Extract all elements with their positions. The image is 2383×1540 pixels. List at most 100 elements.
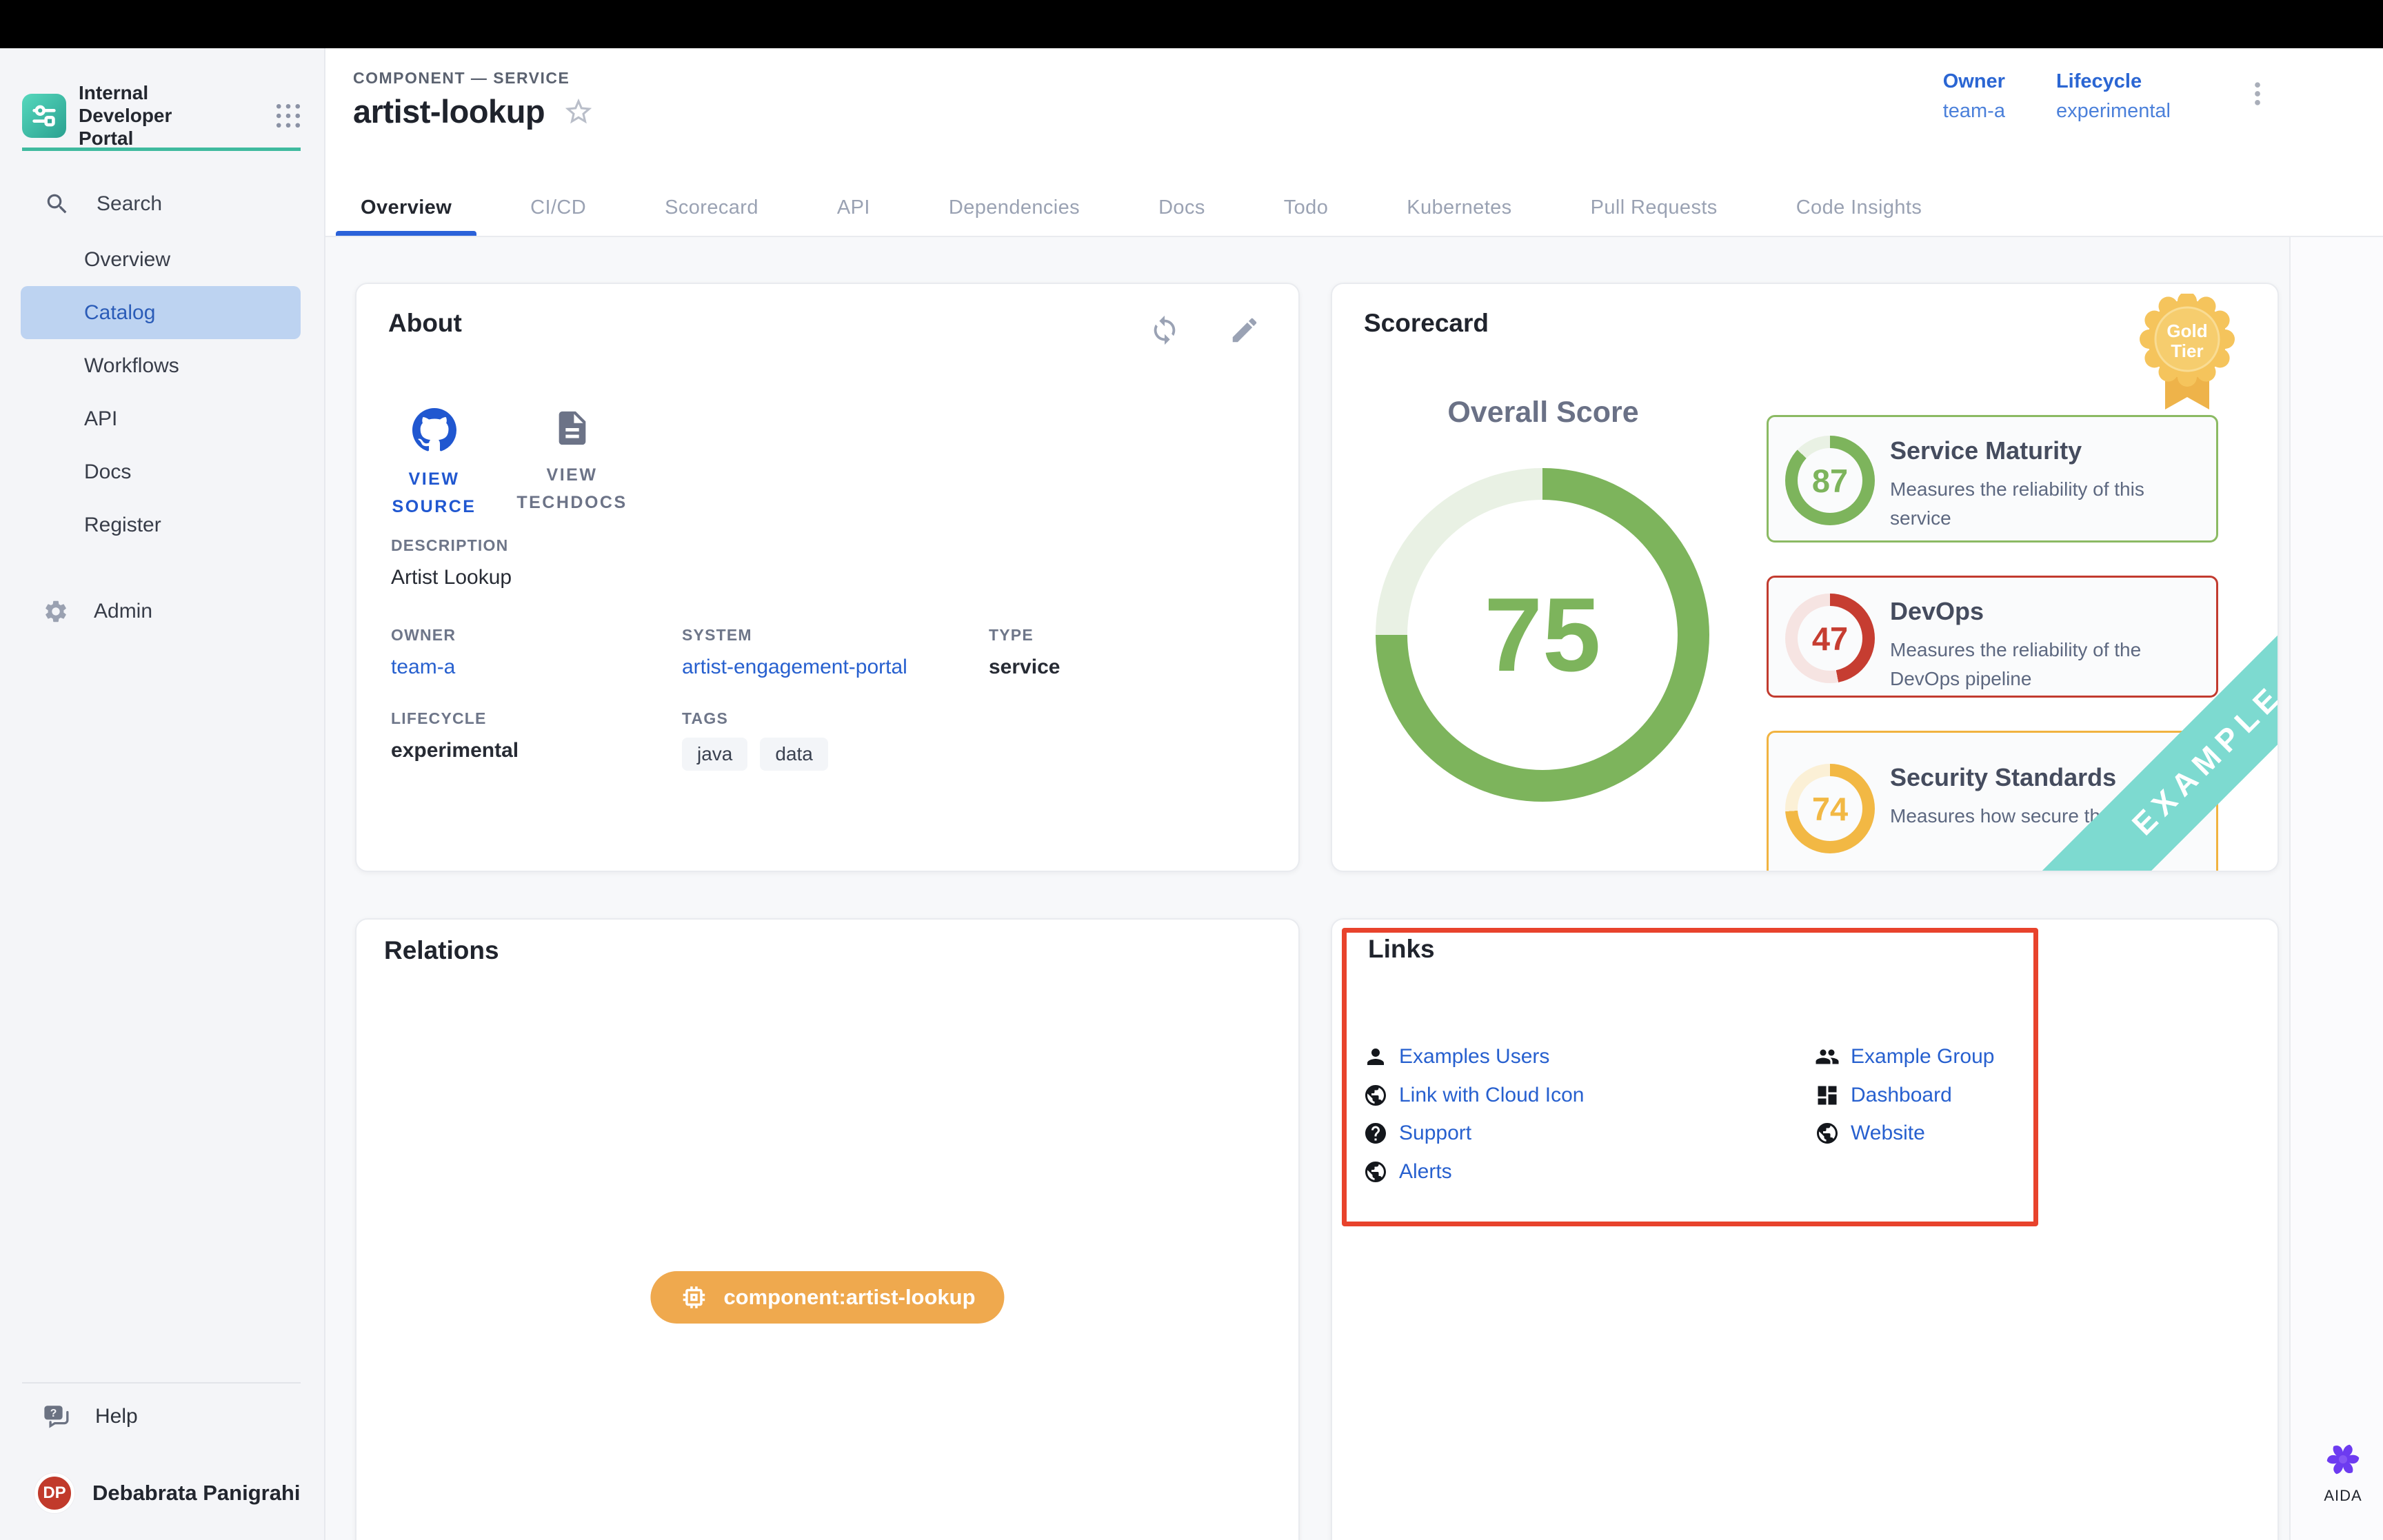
github-icon [412, 408, 456, 452]
entity-header: COMPONENT — SERVICE artist-lookup Owner … [325, 48, 2383, 237]
tab-docs[interactable]: Docs [1134, 179, 1230, 236]
apps-grid-icon[interactable] [273, 101, 303, 131]
score-item-service-maturity[interactable]: 87 Service Maturity Measures the reliabi… [1767, 415, 2218, 543]
view-techdocs-link[interactable]: VIEW TECHDOCS [498, 408, 646, 520]
admin-label: Admin [94, 600, 152, 623]
score-item-description: Measures the reliability of the DevOps p… [1890, 636, 2198, 693]
score-ring: 87 [1785, 436, 1875, 525]
sidebar-item-register[interactable]: Register [21, 498, 301, 551]
tab-overview[interactable]: Overview [336, 179, 476, 236]
top-black-bar [0, 0, 2383, 48]
links-title: Links [1368, 935, 1435, 964]
about-card: About VIEW SOURCE VIEW TECHDOCS DESCRIPT… [355, 283, 1300, 872]
globe-icon [1363, 1159, 1388, 1184]
aida-widget[interactable]: AIDA [2314, 1439, 2372, 1505]
link-alerts[interactable]: Alerts [1363, 1159, 1452, 1184]
sidebar-item-overview[interactable]: Overview [21, 233, 301, 286]
favorite-star-icon[interactable] [563, 96, 594, 128]
help-chat-icon [41, 1402, 70, 1431]
scorecard-title: Scorecard [1364, 309, 1489, 338]
help-circle-icon [1363, 1121, 1388, 1146]
sidebar-search[interactable]: Search [0, 185, 324, 223]
score-item-name: DevOps [1890, 597, 1984, 626]
sidebar-item-workflows[interactable]: Workflows [21, 339, 301, 392]
tab-api[interactable]: API [812, 179, 895, 236]
tab-scorecard[interactable]: Scorecard [640, 179, 783, 236]
overall-score-value: 75 [1376, 468, 1709, 802]
link-website[interactable]: Website [1815, 1121, 1925, 1146]
chip-icon [679, 1283, 708, 1312]
owner-link[interactable]: team-a [391, 656, 456, 679]
entity-tabs: Overview CI/CD Scorecard API Dependencie… [336, 179, 1975, 236]
search-label: Search [97, 192, 162, 216]
link-dashboard[interactable]: Dashboard [1815, 1083, 1952, 1108]
owner-meta: Owner team-a [1943, 70, 2005, 123]
sidebar-user[interactable]: DP Debabrata Panigrahi [34, 1466, 300, 1521]
main-area: COMPONENT — SERVICE artist-lookup Owner … [325, 48, 2383, 1540]
sidebar-item-api[interactable]: API [21, 392, 301, 445]
link-example-group[interactable]: Example Group [1815, 1044, 1994, 1069]
tab-todo[interactable]: Todo [1259, 179, 1354, 236]
tab-code-insights[interactable]: Code Insights [1771, 179, 1947, 236]
scorecard-card: Scorecard Overall Score 75 87 Service Ma… [1331, 283, 2279, 872]
lifecycle-meta: Lifecycle experimental [2056, 70, 2171, 123]
sidebar-nav: Overview Catalog Workflows API Docs Regi… [21, 233, 301, 551]
overall-score-label: Overall Score [1332, 396, 1754, 429]
refresh-icon[interactable] [1149, 314, 1180, 346]
sidebar: Internal Developer Portal Search Overvie… [0, 48, 325, 1540]
entity-meta: Owner team-a Lifecycle experimental [1943, 70, 2273, 123]
score-ring: 47 [1785, 594, 1875, 683]
sidebar-item-admin[interactable]: Admin [43, 585, 152, 638]
tab-dependencies[interactable]: Dependencies [924, 179, 1105, 236]
relations-card: Relations component:artist-lookup [355, 918, 1300, 1540]
user-name: Debabrata Panigrahi [92, 1481, 300, 1506]
help-label: Help [95, 1405, 138, 1428]
sidebar-item-docs[interactable]: Docs [21, 445, 301, 498]
sidebar-item-catalog[interactable]: Catalog [21, 286, 301, 339]
sidebar-accent-rule [22, 148, 301, 151]
sidebar-item-help[interactable]: Help [41, 1394, 138, 1439]
owner-value[interactable]: team-a [1943, 100, 2005, 123]
aida-flower-icon [2323, 1439, 2363, 1479]
link-with-cloud-icon[interactable]: Link with Cloud Icon [1363, 1083, 1584, 1108]
avatar: DP [34, 1473, 74, 1513]
aida-label: AIDA [2314, 1487, 2372, 1505]
gold-tier-badge: Gold Tier [2138, 294, 2237, 415]
tab-kubernetes[interactable]: Kubernetes [1382, 179, 1536, 236]
field-tags: TAGS java data [682, 709, 828, 771]
field-type: TYPE service [989, 626, 1060, 679]
tab-pull-requests[interactable]: Pull Requests [1566, 179, 1742, 236]
tag-chip[interactable]: java [682, 738, 747, 771]
user-icon [1363, 1044, 1388, 1069]
kebab-menu-icon[interactable] [2242, 79, 2273, 109]
about-title: About [388, 309, 462, 338]
globe-icon [1363, 1083, 1388, 1108]
overall-score-gauge: 75 [1376, 468, 1709, 802]
entity-kind-eyebrow: COMPONENT — SERVICE [353, 69, 570, 88]
scrollbar-gutter[interactable] [2289, 48, 2383, 1540]
lifecycle-value: experimental [2056, 100, 2171, 123]
tab-cicd[interactable]: CI/CD [505, 179, 611, 236]
score-item-name: Service Maturity [1890, 436, 2082, 465]
globe-icon [1815, 1121, 1840, 1146]
group-icon [1815, 1044, 1840, 1069]
field-owner: OWNER team-a [391, 626, 456, 679]
lifecycle-label: Lifecycle [2056, 70, 2171, 93]
sidebar-header: Internal Developer Portal [22, 81, 303, 150]
link-examples-users[interactable]: Examples Users [1363, 1044, 1549, 1069]
system-link[interactable]: artist-engagement-portal [682, 656, 907, 679]
view-source-link[interactable]: VIEW SOURCE [370, 408, 498, 520]
tag-chip[interactable]: data [760, 738, 828, 771]
dashboard-icon [1815, 1083, 1840, 1108]
score-item-devops[interactable]: 47 DevOps Measures the reliability of th… [1767, 576, 2218, 698]
relation-node-label: component:artist-lookup [723, 1285, 975, 1310]
techdocs-doc-icon [552, 408, 592, 448]
owner-label[interactable]: Owner [1943, 70, 2005, 93]
edit-pencil-icon[interactable] [1229, 314, 1260, 346]
app-title: Internal Developer Portal [79, 81, 228, 150]
relation-node-chip[interactable]: component:artist-lookup [650, 1271, 1004, 1324]
badge-line2: Tier [2171, 341, 2203, 361]
link-support[interactable]: Support [1363, 1121, 1471, 1146]
links-card: Links Examples Users Link with Cloud Ico… [1331, 918, 2279, 1540]
sidebar-divider [22, 1382, 301, 1384]
